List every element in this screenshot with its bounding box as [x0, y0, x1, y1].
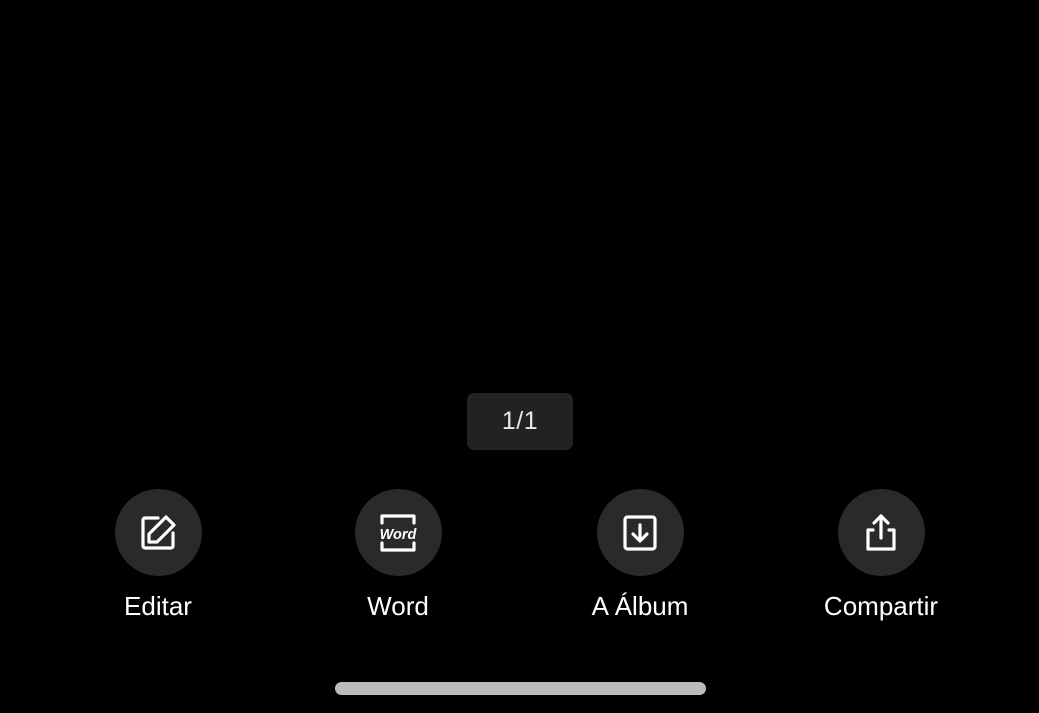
page-indicator: 1/1 [467, 393, 573, 450]
share-action[interactable]: Compartir [781, 489, 981, 622]
word-icon-text: Word [380, 527, 418, 543]
share-icon [866, 513, 896, 551]
share-label: Compartir [823, 591, 939, 621]
edit-icon [141, 514, 176, 550]
word-button[interactable]: Word [354, 489, 442, 576]
save-to-album-button[interactable] [596, 489, 684, 576]
home-indicator[interactable] [335, 682, 706, 695]
edit-label: Editar [124, 591, 192, 621]
edit-action[interactable]: Editar [58, 489, 258, 622]
word-icon: Word [380, 513, 418, 552]
word-label: Word [367, 591, 429, 621]
save-to-album-action[interactable]: A Álbum [540, 489, 740, 622]
save-to-album-label: A Álbum [591, 591, 689, 621]
word-action[interactable]: Word Word [298, 489, 498, 622]
edit-button[interactable] [114, 489, 202, 576]
share-button[interactable] [837, 489, 925, 576]
save-to-album-icon [623, 514, 657, 551]
